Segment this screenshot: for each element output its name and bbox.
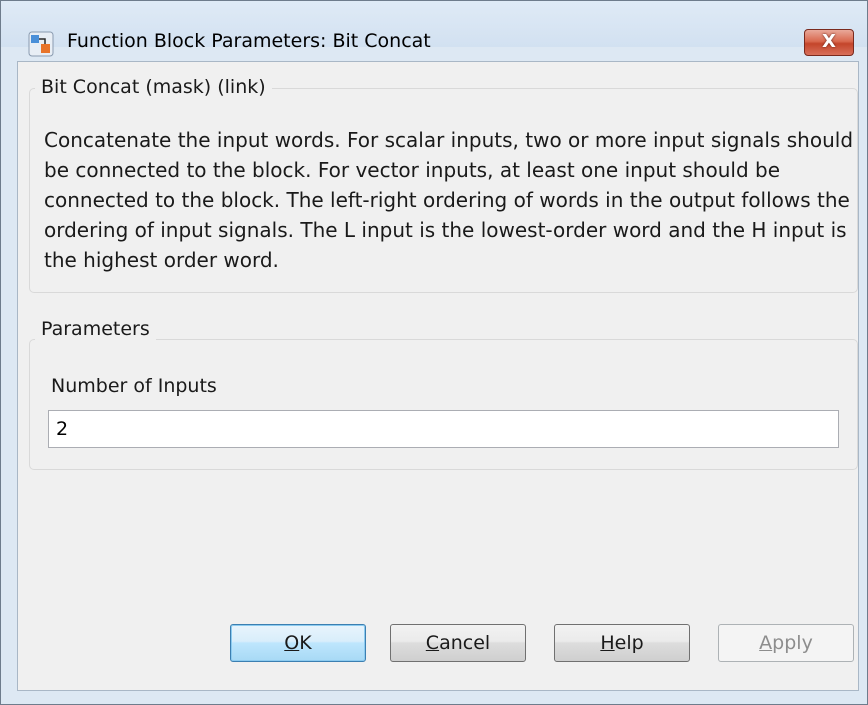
parameters-group <box>29 339 858 470</box>
number-of-inputs-field[interactable]: 2 <box>48 410 839 448</box>
dialog-body: Bit Concat (mask) (link) Concatenate the… <box>17 61 859 691</box>
help-button[interactable]: Help <box>554 624 690 662</box>
simulink-block-icon <box>28 31 54 57</box>
title-bar[interactable]: Function Block Parameters: Bit Concat X <box>1 1 867 57</box>
close-icon: X <box>822 31 836 52</box>
apply-mnemonic: A <box>759 632 773 654</box>
number-of-inputs-label: Number of Inputs <box>51 375 217 397</box>
cancel-label-rest: ancel <box>439 632 491 654</box>
ok-label-rest: K <box>299 632 312 654</box>
cancel-mnemonic: C <box>425 632 440 654</box>
ok-button[interactable]: OK <box>230 624 366 662</box>
window-title: Function Block Parameters: Bit Concat <box>67 30 431 52</box>
ok-mnemonic: O <box>284 632 300 654</box>
help-mnemonic: H <box>600 632 615 654</box>
apply-button[interactable]: Apply <box>718 624 854 662</box>
mask-group-legend: Bit Concat (mask) (link) <box>35 76 272 98</box>
mask-description-text: Concatenate the input words. For scalar … <box>44 128 854 272</box>
dialog-window: Function Block Parameters: Bit Concat X … <box>0 0 868 705</box>
help-label-rest: elp <box>614 632 644 654</box>
apply-label-rest: pply <box>772 632 813 654</box>
close-button[interactable]: X <box>804 29 854 56</box>
parameters-group-legend: Parameters <box>35 318 156 340</box>
cancel-button[interactable]: Cancel <box>390 624 526 662</box>
